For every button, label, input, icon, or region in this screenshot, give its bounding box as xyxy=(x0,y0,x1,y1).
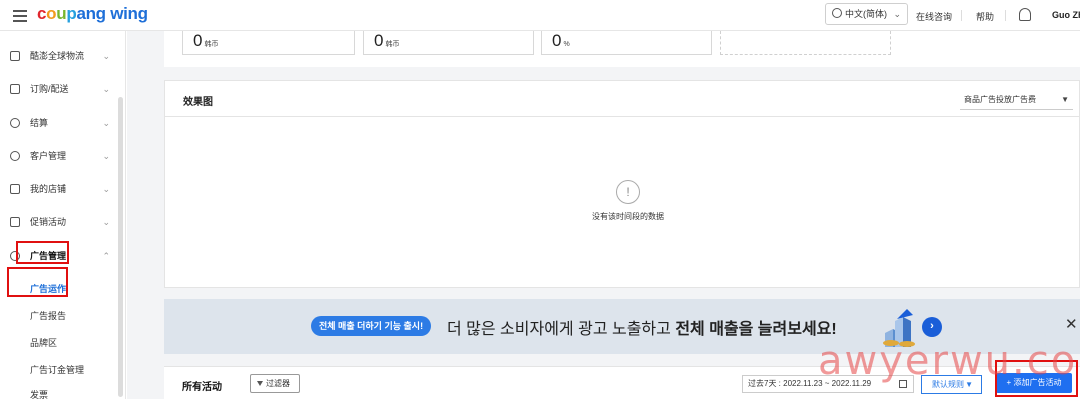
divider xyxy=(961,10,962,21)
sidebar-item-logistics[interactable]: 酷澎全球物流 ⌄ xyxy=(0,43,118,69)
metric-select[interactable]: 商品广告投放广告费 ▼ xyxy=(960,90,1073,110)
stat-number: 0 xyxy=(193,31,203,50)
logo-letter: o xyxy=(46,4,57,23)
sidebar-subitem-ad-report[interactable]: 广告报告 xyxy=(30,309,66,322)
banner-text: 더 많은 소비자에게 광고 노출하고 전체 매출을 늘려보세요! xyxy=(447,315,837,339)
sidebar-item-label: 我的店铺 xyxy=(30,184,67,194)
sidebar-subitem-brand-zone[interactable]: 品牌区 xyxy=(30,336,57,349)
banner-text-bold: 전체 매출을 늘려보세요! xyxy=(675,321,837,338)
chevron-down-icon: ⌄ xyxy=(102,151,110,161)
filter-icon xyxy=(257,381,263,386)
caret-down-icon: ▼ xyxy=(1061,95,1069,104)
chevron-down-icon: ⌄ xyxy=(893,9,901,19)
sidebar-scrollbar[interactable] xyxy=(118,97,123,397)
sidebar-item-orders[interactable]: 订购/配送 ⌄ xyxy=(0,76,118,102)
banner-text-normal: 더 많은 소비자에게 광고 노출하고 xyxy=(447,321,676,338)
metric-select-label: 商品广告投放广告费 xyxy=(964,95,1036,104)
sidebar-item-label: 酷澎全球物流 xyxy=(30,51,85,61)
sidebar-item-settlement[interactable]: 结算 ⌄ xyxy=(0,110,118,136)
help-link[interactable]: 帮助 xyxy=(976,10,994,23)
stats-row: 0 韩币 0 韩币 0% xyxy=(164,31,1080,67)
menu-icon[interactable] xyxy=(13,10,27,22)
stat-number: 0 xyxy=(552,31,562,50)
stat-card-empty xyxy=(720,31,891,55)
top-bar: coupang wing 中文(简体) ⌄ 在线咨询 帮助 Guo Zh xyxy=(0,0,1080,31)
sidebar-item-label: 客户管理 xyxy=(30,151,67,161)
stat-card: 0 韩币 xyxy=(182,31,355,55)
stat-value: 0% xyxy=(552,31,570,51)
language-select[interactable]: 中文(简体) ⌄ xyxy=(825,3,908,25)
chart-panel-title: 效果图 xyxy=(183,97,213,108)
logo-letter: u xyxy=(56,4,67,23)
arrow-right-icon[interactable]: › xyxy=(922,317,942,337)
chevron-down-icon: ⌄ xyxy=(102,217,110,227)
divider xyxy=(1005,10,1006,21)
stat-unit: % xyxy=(563,41,570,48)
bell-icon[interactable] xyxy=(1019,8,1031,21)
sidebar-item-label: 订购/配送 xyxy=(30,84,69,94)
language-label: 中文(简体) xyxy=(845,9,887,19)
sidebar-item-promotions[interactable]: 促销活动 ⌄ xyxy=(0,209,118,235)
chart-panel: 效果图 商品广告投放广告费 ▼ ! 没有该时间段的数据 xyxy=(164,80,1080,288)
stat-card: 0% xyxy=(541,31,712,55)
sidebar-item-label: 促销活动 xyxy=(30,217,67,227)
logo-letter: c xyxy=(37,4,47,23)
consult-link[interactable]: 在线咨询 xyxy=(916,10,952,23)
smile-icon xyxy=(10,151,20,161)
logo-letter: p xyxy=(66,4,77,23)
stat-value: 0 韩币 xyxy=(374,31,399,51)
stat-number: 0 xyxy=(374,31,384,50)
truck-icon xyxy=(10,84,20,94)
logo-letter: ang xyxy=(76,4,106,23)
chevron-down-icon: ⌄ xyxy=(102,84,110,94)
highlight-box xyxy=(7,267,68,297)
logo[interactable]: coupang wing xyxy=(37,4,148,24)
chart-panel-header: 效果图 商品广告投放广告费 ▼ xyxy=(165,81,1079,117)
sidebar-subitem-invoice[interactable]: 发票 xyxy=(30,388,48,401)
banner-pill: 전체 매출 더하기 기능 출시! xyxy=(311,316,432,336)
sidebar: 酷澎全球物流 ⌄ 订购/配送 ⌄ 结算 ⌄ 客户管理 ⌄ 我的店铺 ⌄ 促销活动… xyxy=(0,31,126,401)
sidebar-subitem-ad-deposit[interactable]: 广告订金管理 xyxy=(30,363,84,376)
logo-wing: wing xyxy=(110,4,148,23)
store-icon xyxy=(10,184,20,194)
stat-value: 0 韩币 xyxy=(193,31,218,51)
chevron-down-icon: ⌄ xyxy=(102,118,110,128)
user-name[interactable]: Guo Zh xyxy=(1052,10,1080,20)
sidebar-item-label: 结算 xyxy=(30,118,49,128)
filter-button[interactable]: 过滤器 xyxy=(250,374,300,393)
sidebar-item-store[interactable]: 我的店铺 ⌄ xyxy=(0,176,118,202)
stat-card: 0 韩币 xyxy=(363,31,534,55)
globe-icon xyxy=(832,8,842,18)
chevron-up-icon: ⌃ xyxy=(102,251,110,261)
stat-unit: 韩币 xyxy=(385,41,400,48)
rocket-icon xyxy=(10,51,20,61)
watermark: awyerwu.com xyxy=(818,338,1080,384)
stat-unit: 韩币 xyxy=(204,41,219,48)
chevron-down-icon: ⌄ xyxy=(102,184,110,194)
chevron-down-icon: ⌄ xyxy=(102,51,110,61)
empty-state-text: 没有该时间段的数据 xyxy=(592,212,664,221)
filter-label: 过滤器 xyxy=(266,379,290,388)
activities-title: 所有活动 xyxy=(182,382,222,393)
close-icon[interactable]: ✕ xyxy=(1065,315,1078,333)
won-icon xyxy=(10,118,20,128)
highlight-box xyxy=(16,241,69,264)
sidebar-item-customers[interactable]: 客户管理 ⌄ xyxy=(0,143,118,169)
percent-icon xyxy=(10,217,20,227)
info-icon: ! xyxy=(616,180,640,204)
